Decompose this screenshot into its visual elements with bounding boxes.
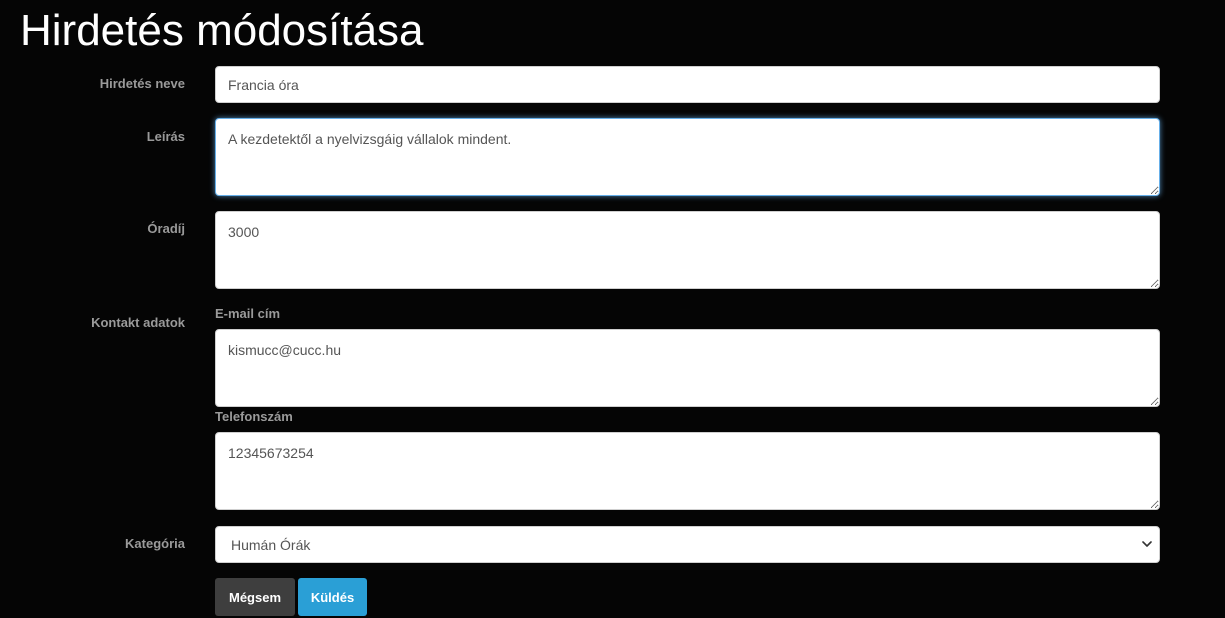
category-select[interactable]: Humán Órák bbox=[215, 526, 1160, 563]
email-label: E-mail cím bbox=[215, 306, 281, 321]
category-selected-value: Humán Órák bbox=[231, 537, 311, 553]
phone-label: Telefonszám bbox=[215, 409, 293, 424]
page-title: Hirdetés módosítása bbox=[20, 6, 424, 55]
description-label: Leírás bbox=[146, 129, 185, 144]
hourly-rate-label: Óradíj bbox=[147, 221, 185, 236]
email-textarea[interactable]: kismucc@cucc.hu bbox=[215, 329, 1160, 407]
ad-name-input[interactable] bbox=[215, 66, 1160, 103]
contact-label: Kontakt adatok bbox=[91, 315, 185, 330]
phone-textarea[interactable]: 12345673254 bbox=[215, 432, 1160, 510]
edit-ad-page: Hirdetés módosítása Hirdetés neve Leírás… bbox=[0, 0, 1225, 618]
category-label: Kategória bbox=[125, 536, 185, 551]
ad-name-label: Hirdetés neve bbox=[99, 76, 185, 91]
description-textarea[interactable]: A kezdetektől a nyelvizsgáig vállalok mi… bbox=[215, 118, 1160, 196]
cancel-button[interactable]: Mégsem bbox=[215, 578, 295, 616]
submit-button[interactable]: Küldés bbox=[298, 578, 367, 616]
chevron-down-icon bbox=[1142, 541, 1152, 547]
hourly-rate-textarea[interactable]: 3000 bbox=[215, 211, 1160, 289]
